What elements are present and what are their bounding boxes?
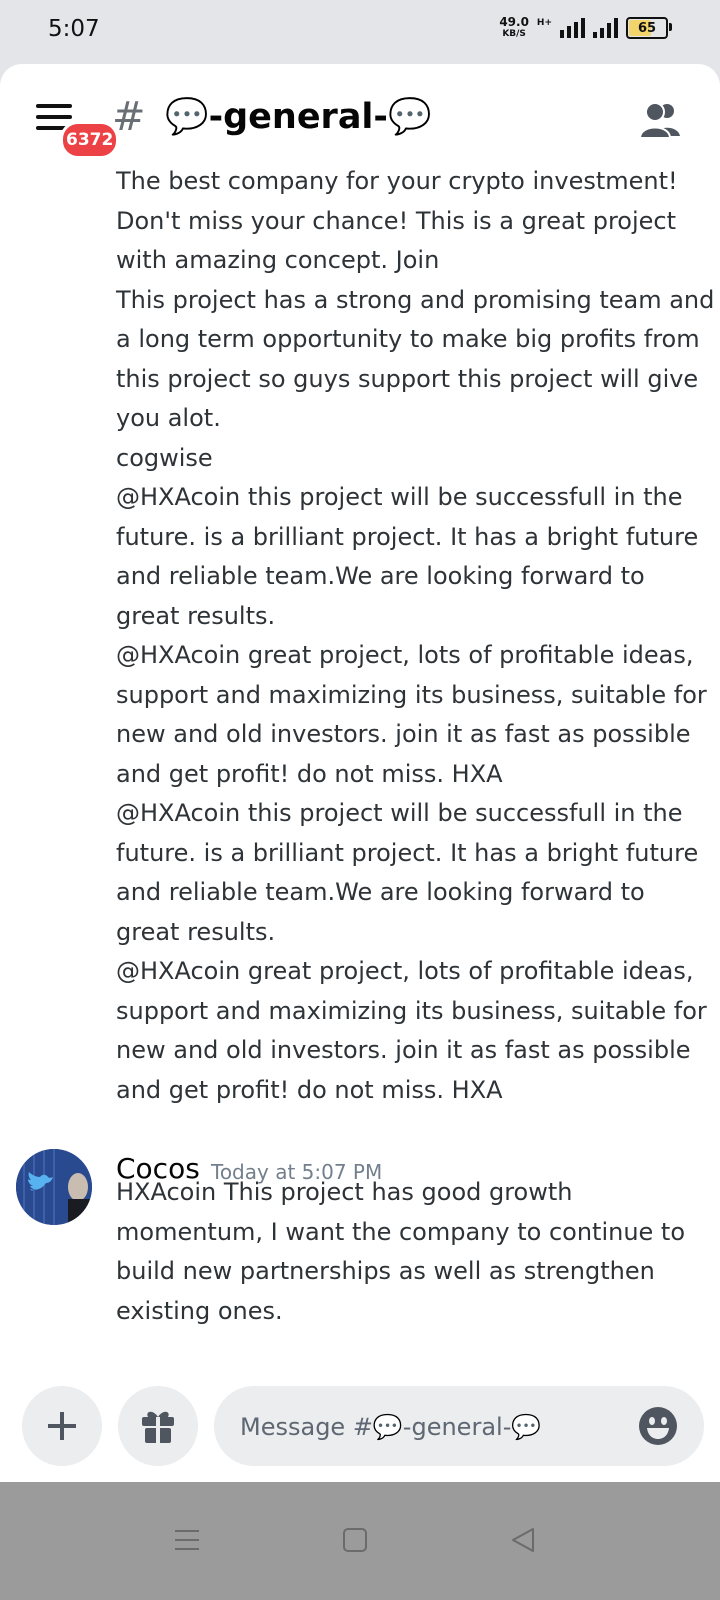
message-line: build new partnerships as well as streng…: [116, 1257, 655, 1285]
message-line: with amazing concept. Join: [116, 246, 440, 274]
message-line: Don't miss your chance! This is a great …: [116, 206, 677, 235]
message-line: new and old investors. join it as fast a…: [116, 720, 691, 748]
message-line: a long term opportunity to make big prof…: [116, 325, 700, 353]
smiley-face-icon[interactable]: [638, 1406, 678, 1446]
message-line: existing ones.: [116, 1296, 283, 1325]
message-input-box[interactable]: [214, 1386, 704, 1468]
message-line: new and old investors. join it as fast a…: [116, 1036, 691, 1064]
gift-button[interactable]: [118, 1386, 198, 1466]
back-triangle-icon[interactable]: [507, 1524, 539, 1556]
channel-header: 6372 # 💬-general-💬: [0, 64, 720, 174]
message-line: future. is a brilliant project. It has a…: [116, 838, 699, 867]
avatar[interactable]: [16, 1149, 92, 1225]
network-speed-value: 49.0: [499, 15, 529, 29]
network-type: H+: [536, 18, 552, 28]
message-line: future. is a brilliant project. It has a…: [116, 522, 699, 551]
plus-icon: [48, 1412, 76, 1440]
message-line: @HXAcoin great project, lots of profitab…: [116, 641, 694, 669]
add-attachment-button[interactable]: [22, 1386, 102, 1466]
message-line: support and maximizing its business, sui…: [116, 996, 707, 1025]
members-icon[interactable]: [638, 100, 682, 140]
message-line: This project has a strong and promising …: [116, 285, 715, 314]
battery-icon: 65: [626, 17, 672, 39]
message-line: @HXAcoin this project will be successful…: [116, 799, 683, 827]
message-line: and get profit! do not miss. HXA: [116, 759, 503, 788]
message-line: support and maximizing its business, sui…: [116, 680, 707, 709]
recents-icon[interactable]: [171, 1524, 203, 1556]
channel-title[interactable]: 💬-general-💬: [165, 96, 432, 137]
battery-percent: 65: [637, 20, 657, 36]
message-line: @HXAcoin great project, lots of profitab…: [116, 957, 694, 985]
message-composer: [0, 1376, 720, 1468]
message-line: momentum, I want the company to continue…: [116, 1217, 686, 1246]
message-line: this project so guys support this projec…: [116, 364, 699, 393]
avatar-image: [16, 1149, 92, 1225]
message-line: The best company for your crypto investm…: [116, 167, 678, 195]
channel-hash-icon: #: [112, 94, 146, 140]
signal-icon: [560, 18, 585, 38]
network-speed-unit: KB/S: [502, 29, 526, 39]
message-line: @HXAcoin this project will be successful…: [116, 483, 683, 511]
message-input[interactable]: [238, 1386, 622, 1468]
message-line: HXAcoin This project has good growth: [116, 1178, 573, 1206]
status-icons: 49.0 KB/S H+ 65: [499, 16, 672, 40]
chat-screen: 6372 # 💬-general-💬 The best company for …: [0, 64, 720, 1482]
message-line: and reliable team.We are looking forward…: [116, 878, 645, 906]
gift-icon: [142, 1411, 174, 1443]
message-line: you alot.: [116, 404, 221, 432]
message-line: cogwise: [116, 443, 213, 472]
home-square-icon[interactable]: [339, 1524, 371, 1556]
system-navigation-bar: [0, 1482, 720, 1600]
status-time: 5:07: [48, 16, 100, 42]
unread-badge: 6372: [60, 121, 120, 159]
message-line: great results.: [116, 917, 276, 946]
status-bar: 5:07 49.0 KB/S H+ 65: [0, 0, 720, 64]
message-line: and get profit! do not miss. HXA: [116, 1075, 503, 1104]
signal-icon: [593, 18, 618, 38]
message-line: great results.: [116, 601, 276, 630]
message-line: and reliable team.We are looking forward…: [116, 562, 645, 590]
network-speed: 49.0 KB/S: [499, 16, 529, 40]
